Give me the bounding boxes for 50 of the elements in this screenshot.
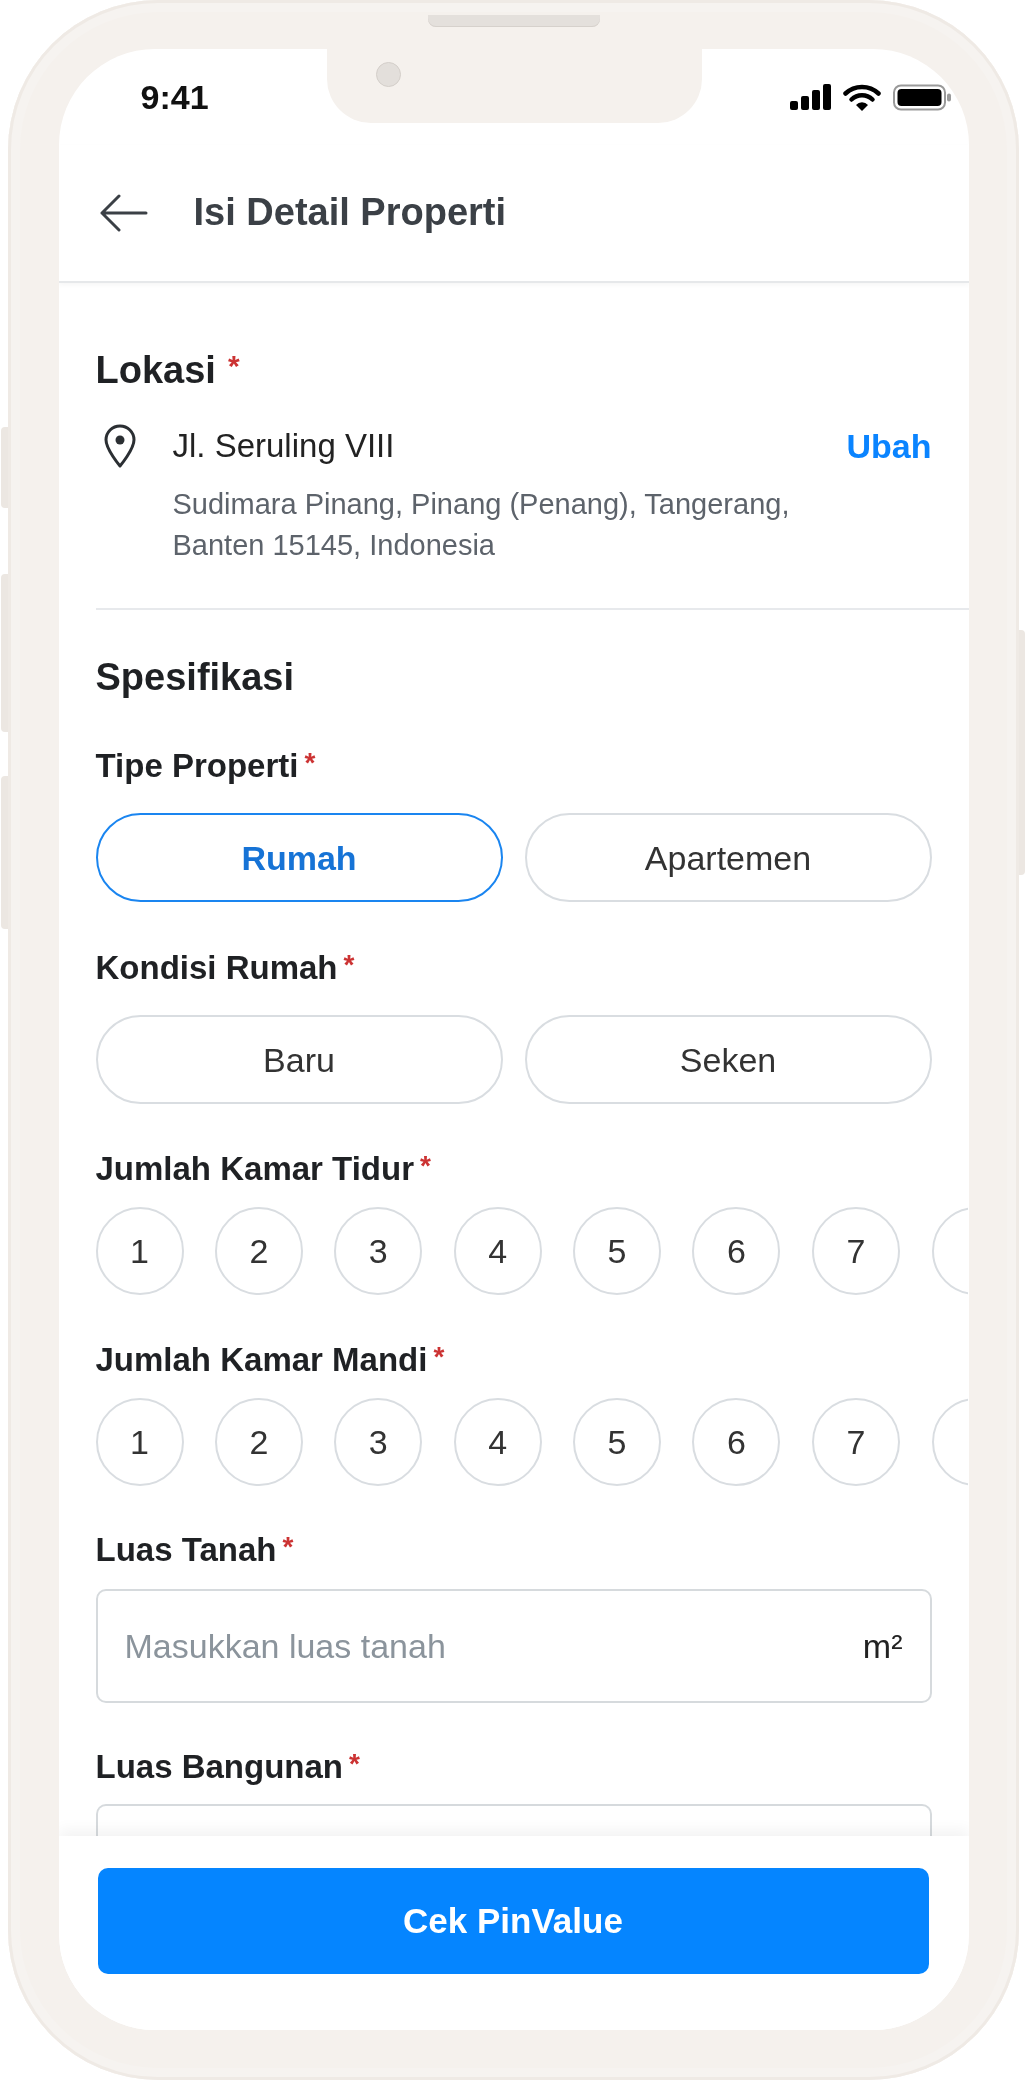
- required-asterisk: *: [349, 1750, 360, 1778]
- option-circle[interactable]: 2: [214, 1398, 303, 1486]
- option-circle[interactable]: 7: [811, 1398, 900, 1486]
- signal-icon: [789, 84, 831, 110]
- field-label: Tipe Properti: [95, 746, 299, 786]
- field-label: Luas Tanah: [95, 1530, 277, 1570]
- option-circle[interactable]: 1: [95, 1398, 184, 1486]
- required-asterisk: *: [420, 1152, 431, 1180]
- option-circle[interactable]: 2: [214, 1207, 303, 1295]
- required-asterisk: *: [343, 951, 355, 979]
- input-field[interactable]: Masukkan luas tanah m²: [95, 1589, 932, 1703]
- option-circle[interactable]: 4: [453, 1398, 542, 1486]
- required-asterisk: *: [227, 351, 240, 381]
- back-arrow-icon: [98, 194, 148, 232]
- field-label: Luas Bangunan: [95, 1747, 344, 1787]
- field-label: Kondisi Rumah: [95, 948, 338, 988]
- input-field[interactable]: [95, 1804, 932, 1836]
- unit-label: m²: [862, 1629, 903, 1663]
- option-circle[interactable]: 6: [692, 1398, 781, 1486]
- option-circle[interactable]: 4: [453, 1207, 542, 1295]
- location-pin-icon: [103, 424, 136, 468]
- option-circle[interactable]: 7: [811, 1207, 900, 1295]
- option-pill[interactable]: Baru: [95, 1015, 503, 1104]
- option-circle[interactable]: 1: [95, 1207, 184, 1295]
- section-title: Spesifikasi: [95, 655, 295, 700]
- camera-lens-icon: [375, 62, 401, 87]
- wifi-icon: [842, 83, 881, 111]
- field-label: Jumlah Kamar Mandi: [95, 1340, 428, 1380]
- option-pill[interactable]: Seken: [524, 1015, 932, 1104]
- back-button[interactable]: [98, 194, 148, 232]
- text-input[interactable]: Masukkan luas tanah: [124, 1616, 847, 1676]
- option-pill[interactable]: Apartemen: [524, 813, 932, 902]
- battery-icon: [892, 83, 952, 111]
- field-label: Jumlah Kamar Tidur: [95, 1149, 414, 1189]
- status-time: 9:41: [140, 80, 209, 114]
- change-link[interactable]: Ubah: [846, 424, 932, 468]
- street-name: Jl. Seruling VIII: [172, 426, 396, 466]
- address-text: Sudimara Pinang, Pinang (Penang), Tangerang, Banten 15145, Indonesia: [172, 487, 791, 563]
- section-title: Lokasi: [95, 348, 216, 393]
- option-circle[interactable]: 3: [334, 1207, 423, 1295]
- option-circle[interactable]: 6: [692, 1207, 781, 1295]
- option-pill[interactable]: Rumah: [95, 813, 503, 902]
- option-circle[interactable]: 5: [573, 1398, 662, 1486]
- required-asterisk: *: [282, 1533, 294, 1561]
- check-value-button[interactable]: Cek PinValue: [97, 1868, 929, 1974]
- page-title: Isi Detail Properti: [193, 190, 507, 236]
- required-asterisk: *: [433, 1343, 445, 1371]
- required-asterisk: *: [304, 749, 316, 777]
- option-circle[interactable]: 5: [573, 1207, 662, 1295]
- option-circle[interactable]: 3: [334, 1398, 423, 1486]
